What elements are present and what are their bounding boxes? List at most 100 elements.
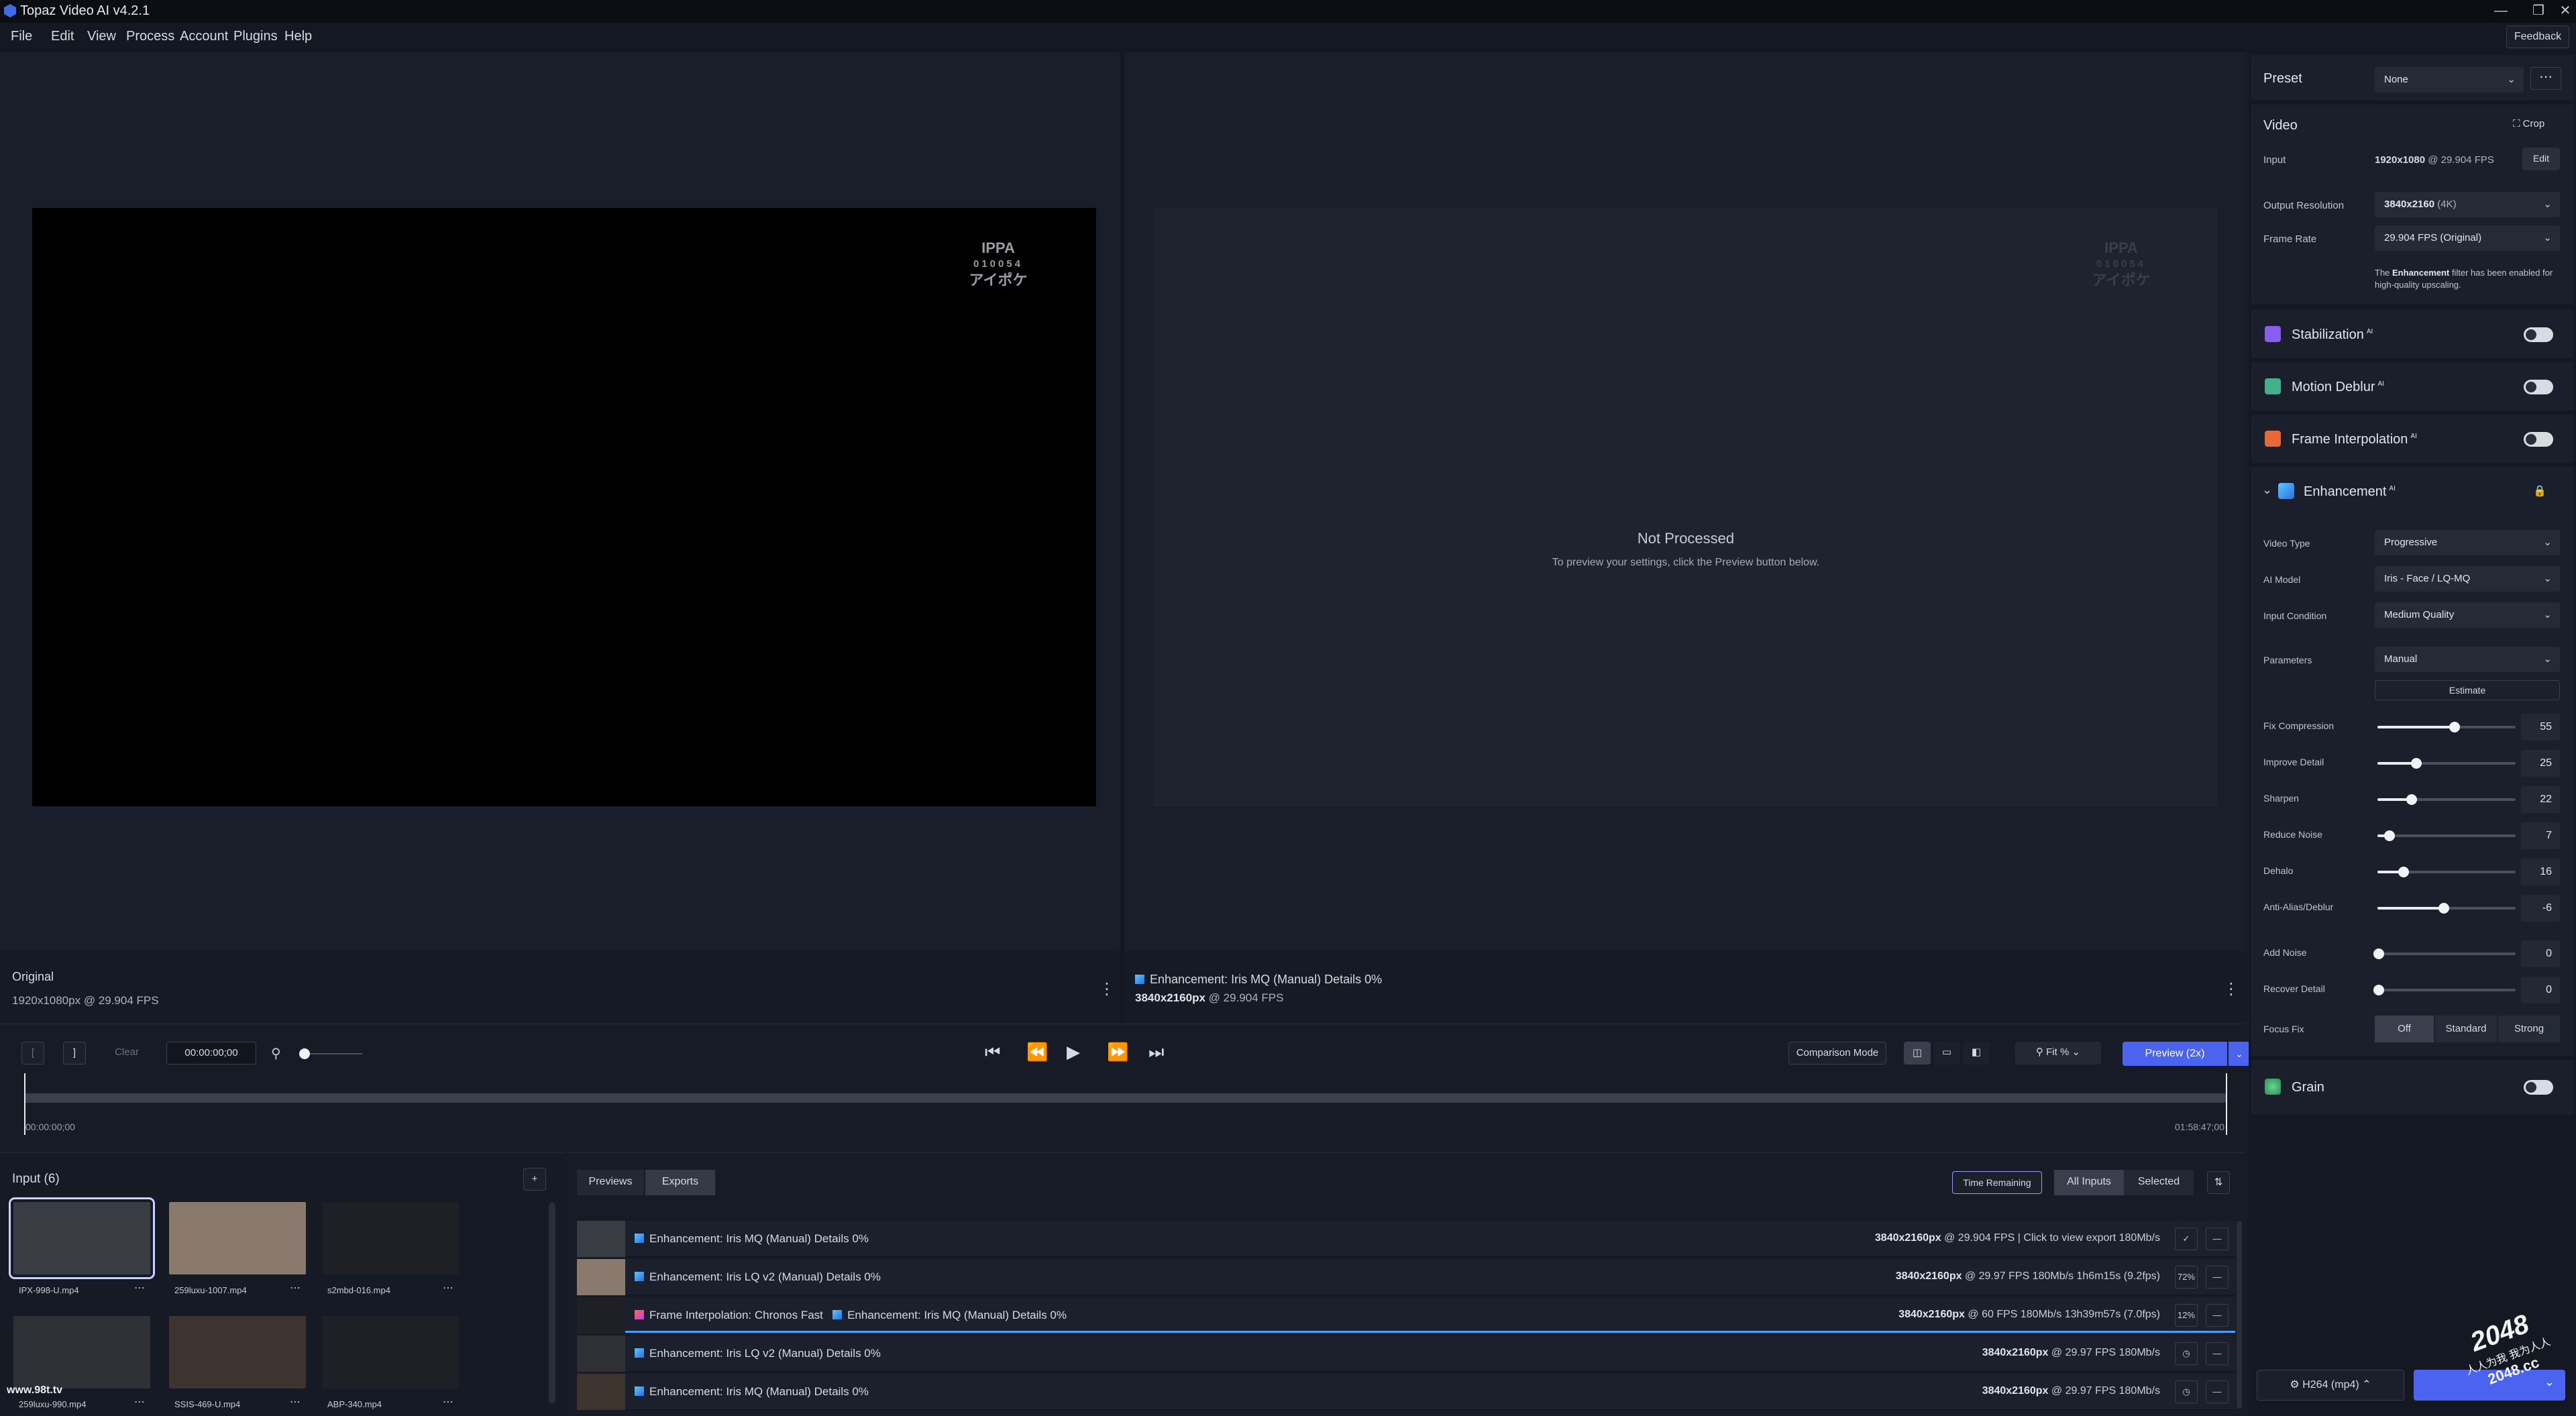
side-by-side-view-icon[interactable]: ◫ xyxy=(1904,1042,1931,1065)
export-row[interactable]: Enhancement: Iris MQ (Manual) Details 0%… xyxy=(577,1374,2235,1410)
input-scrollbar[interactable] xyxy=(549,1203,555,1404)
remove-export-button[interactable]: — xyxy=(2206,1266,2229,1289)
filter-selected[interactable]: Selected xyxy=(2124,1170,2194,1195)
preset-dropdown[interactable]: None ⌄ xyxy=(2375,67,2524,93)
original-more-icon[interactable]: ⋮ xyxy=(1099,979,1115,999)
edit-input-button[interactable]: Edit xyxy=(2522,148,2560,170)
zoom-slider-knob[interactable] xyxy=(299,1048,310,1059)
minimize-button[interactable]: — xyxy=(2482,0,2520,23)
focus-fix-strong[interactable]: Strong xyxy=(2498,1016,2560,1042)
mark-in-button[interactable]: [ xyxy=(21,1042,44,1065)
clear-button[interactable]: Clear xyxy=(106,1042,148,1065)
go-to-end-icon[interactable]: ⏭ xyxy=(1148,1042,1164,1063)
menu-plugins[interactable]: Plugins xyxy=(233,29,278,44)
export-options-chevron-icon[interactable]: ⌄ xyxy=(2544,1375,2555,1389)
ai-model-dropdown[interactable]: Iris - Face / LQ-MQ ⌄ xyxy=(2375,566,2560,592)
parameter-slider[interactable] xyxy=(2377,762,2516,765)
viewer-splitter[interactable] xyxy=(1120,52,1124,1024)
export-format-dropdown[interactable]: ⚙ H264 (mp4) ⌃ xyxy=(2257,1370,2404,1401)
filter-all-inputs[interactable]: All Inputs xyxy=(2054,1170,2124,1195)
menu-process[interactable]: Process xyxy=(126,29,174,44)
remove-export-button[interactable]: — xyxy=(2206,1304,2229,1327)
step-back-icon[interactable]: ⏪ xyxy=(1026,1042,1048,1063)
preview-options-chevron-icon[interactable]: ⌄ xyxy=(2229,1042,2250,1066)
preset-more-button[interactable]: ⋯ xyxy=(2530,67,2561,90)
go-to-start-icon[interactable]: ⏮ xyxy=(985,1042,1000,1063)
export-row[interactable]: Enhancement: Iris MQ (Manual) Details 0%… xyxy=(577,1221,2235,1257)
output-resolution-dropdown[interactable]: 3840x2160 (4K) ⌄ xyxy=(2375,192,2560,217)
slider-value-input[interactable]: -6 xyxy=(2521,895,2560,922)
preview-more-icon[interactable]: ⋮ xyxy=(2223,979,2239,999)
slider-value-input[interactable]: 0 xyxy=(2521,940,2560,967)
focus-fix-off[interactable]: Off xyxy=(2375,1016,2434,1042)
close-button[interactable]: ✕ xyxy=(2546,0,2576,23)
slider-knob[interactable] xyxy=(2373,948,2384,959)
zoom-slider[interactable] xyxy=(302,1053,362,1054)
single-view-icon[interactable]: ▭ xyxy=(1933,1042,1960,1065)
slider-knob[interactable] xyxy=(2373,985,2384,995)
parameters-dropdown[interactable]: Manual ⌄ xyxy=(2375,647,2560,672)
input-more-icon[interactable]: ⋯ xyxy=(443,1395,453,1409)
slider-knob[interactable] xyxy=(2384,830,2396,841)
slider-knob[interactable] xyxy=(2438,903,2449,914)
export-row[interactable]: Enhancement: Iris LQ v2 (Manual) Details… xyxy=(577,1259,2235,1295)
tab-exports[interactable]: Exports xyxy=(645,1170,715,1195)
export-status-badge[interactable]: 72% xyxy=(2175,1266,2198,1289)
time-remaining-button[interactable]: Time Remaining xyxy=(1952,1171,2042,1194)
menu-view[interactable]: View xyxy=(87,29,116,44)
slider-value-input[interactable]: 16 xyxy=(2521,859,2560,885)
feature-toggle[interactable] xyxy=(2524,380,2553,394)
collapse-chevron-icon[interactable]: ⌄ xyxy=(2262,483,2272,497)
input-more-icon[interactable]: ⋯ xyxy=(443,1281,453,1295)
slider-value-input[interactable]: 55 xyxy=(2521,714,2560,741)
comparison-mode-button[interactable]: Comparison Mode xyxy=(1788,1042,1886,1065)
input-thumbnail[interactable] xyxy=(322,1316,459,1388)
slider-knob[interactable] xyxy=(2449,722,2461,732)
input-thumbnail[interactable] xyxy=(169,1202,306,1274)
feature-toggle[interactable] xyxy=(2524,327,2553,342)
input-more-icon[interactable]: ⋯ xyxy=(290,1281,301,1295)
slider-value-input[interactable]: 7 xyxy=(2521,822,2560,849)
export-row[interactable]: Frame Interpolation: Chronos Fast Enhanc… xyxy=(577,1297,2235,1333)
play-icon[interactable]: ▶ xyxy=(1067,1042,1080,1063)
input-more-icon[interactable]: ⋯ xyxy=(290,1395,301,1409)
export-status-badge[interactable]: ◷ xyxy=(2175,1380,2198,1403)
remove-export-button[interactable]: — xyxy=(2206,1380,2229,1403)
slider-value-input[interactable]: 0 xyxy=(2521,977,2560,1003)
export-row[interactable]: Enhancement: Iris LQ v2 (Manual) Details… xyxy=(577,1336,2235,1372)
timeline-track[interactable] xyxy=(24,1093,2226,1103)
preview-button[interactable]: Preview (2x) xyxy=(2123,1042,2227,1066)
estimate-button[interactable]: Estimate xyxy=(2375,680,2560,700)
split-view-icon[interactable]: ◧ xyxy=(1963,1042,1990,1065)
menu-file[interactable]: File xyxy=(11,29,32,44)
mark-out-button[interactable]: ] xyxy=(63,1042,86,1065)
feature-toggle[interactable] xyxy=(2524,432,2553,447)
input-more-icon[interactable]: ⋯ xyxy=(134,1395,145,1409)
export-status-badge[interactable]: ◷ xyxy=(2175,1342,2198,1365)
tab-previews[interactable]: Previews xyxy=(577,1170,644,1195)
input-thumbnail[interactable] xyxy=(169,1316,306,1388)
timeline-end-marker[interactable] xyxy=(2226,1073,2227,1135)
parameter-slider[interactable] xyxy=(2377,726,2516,728)
sort-icon[interactable]: ⇅ xyxy=(2207,1171,2230,1194)
focus-fix-standard[interactable]: Standard xyxy=(2435,1016,2497,1042)
menu-edit[interactable]: Edit xyxy=(51,29,74,44)
parameter-slider[interactable] xyxy=(2377,952,2516,955)
slider-knob[interactable] xyxy=(2406,794,2418,805)
video-type-dropdown[interactable]: Progressive ⌄ xyxy=(2375,530,2560,555)
frame-rate-dropdown[interactable]: 29.904 FPS (Original) ⌄ xyxy=(2375,225,2560,251)
input-thumbnail[interactable] xyxy=(9,1197,155,1279)
timecode-field[interactable]: 00:00:00;00 xyxy=(166,1042,256,1065)
parameter-slider[interactable] xyxy=(2377,834,2516,837)
input-thumbnail[interactable] xyxy=(322,1202,459,1274)
parameter-slider[interactable] xyxy=(2377,989,2516,991)
input-condition-dropdown[interactable]: Medium Quality ⌄ xyxy=(2375,602,2560,628)
grain-toggle[interactable] xyxy=(2524,1080,2553,1095)
exports-scrollbar[interactable] xyxy=(2237,1221,2242,1409)
export-status-badge[interactable]: 12% xyxy=(2175,1304,2198,1327)
lock-icon[interactable]: 🔒 xyxy=(2533,484,2546,498)
slider-value-input[interactable]: 25 xyxy=(2521,750,2560,777)
input-thumbnail[interactable] xyxy=(13,1316,150,1388)
crop-button[interactable]: ⛶ Crop xyxy=(2513,118,2544,129)
parameter-slider[interactable] xyxy=(2377,798,2516,801)
